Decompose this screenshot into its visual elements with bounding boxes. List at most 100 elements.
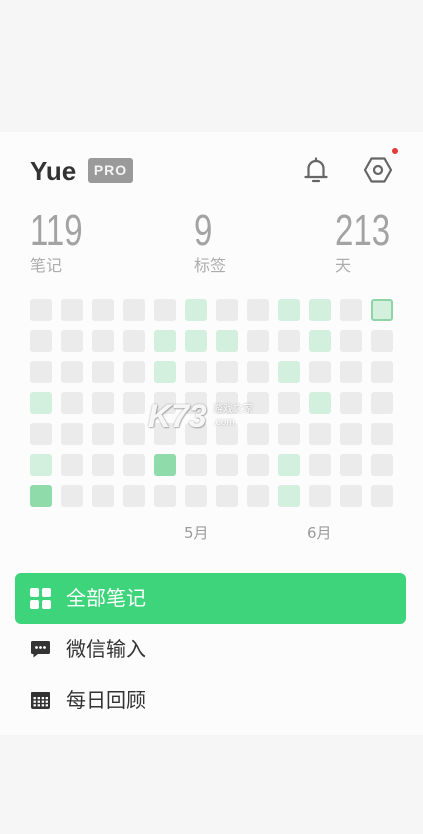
- heatmap-cell[interactable]: [340, 454, 362, 476]
- heatmap-cell[interactable]: [123, 330, 145, 352]
- stat-notes-value: 119: [30, 206, 83, 255]
- heatmap-cell[interactable]: [247, 485, 269, 507]
- heatmap-cell[interactable]: [30, 361, 52, 383]
- heatmap-cell[interactable]: [185, 454, 207, 476]
- heatmap-cell[interactable]: [278, 361, 300, 383]
- heatmap-cell[interactable]: [92, 299, 114, 321]
- heatmap-cell[interactable]: [92, 392, 114, 414]
- menu-item-all-notes[interactable]: 全部笔记: [15, 573, 406, 624]
- heatmap-cell[interactable]: [309, 423, 331, 445]
- heatmap-cell[interactable]: [154, 423, 176, 445]
- stat-days: 213 天: [335, 207, 408, 276]
- heatmap-grid: [30, 299, 393, 507]
- heatmap-cell[interactable]: [216, 299, 238, 321]
- heatmap-cell[interactable]: [278, 392, 300, 414]
- menu-item-label: 每日回顾: [66, 688, 146, 712]
- heatmap-cell[interactable]: [371, 392, 393, 414]
- heatmap-cell[interactable]: [371, 330, 393, 352]
- heatmap-cell[interactable]: [30, 299, 52, 321]
- heatmap-cell[interactable]: [278, 299, 300, 321]
- heatmap-cell[interactable]: [371, 454, 393, 476]
- hexagon-settings-icon[interactable]: [362, 154, 394, 186]
- stat-days-label: 天: [335, 256, 352, 275]
- heatmap-cell[interactable]: [340, 299, 362, 321]
- heatmap-cell[interactable]: [154, 454, 176, 476]
- heatmap-cell[interactable]: [154, 392, 176, 414]
- heatmap-cell[interactable]: [30, 392, 52, 414]
- heatmap-cell[interactable]: [185, 361, 207, 383]
- heatmap-cell[interactable]: [247, 423, 269, 445]
- heatmap-cell[interactable]: [216, 330, 238, 352]
- heatmap-cell[interactable]: [278, 485, 300, 507]
- heatmap-cell[interactable]: [154, 299, 176, 321]
- heatmap-cell[interactable]: [278, 454, 300, 476]
- heatmap-cell[interactable]: [123, 423, 145, 445]
- heatmap-cell[interactable]: [278, 423, 300, 445]
- heatmap-cell[interactable]: [185, 299, 207, 321]
- heatmap-cell[interactable]: [123, 485, 145, 507]
- heatmap-cell[interactable]: [30, 454, 52, 476]
- heatmap-cell[interactable]: [309, 392, 331, 414]
- heatmap-cell[interactable]: [92, 361, 114, 383]
- heatmap-cell[interactable]: [309, 361, 331, 383]
- heatmap-cell[interactable]: [216, 361, 238, 383]
- heatmap-cell[interactable]: [185, 423, 207, 445]
- heatmap-cell[interactable]: [185, 392, 207, 414]
- heatmap-cell[interactable]: [216, 454, 238, 476]
- heatmap-cell[interactable]: [309, 485, 331, 507]
- menu-item-wechat-input[interactable]: 微信输入: [15, 624, 406, 675]
- heatmap-cell[interactable]: [185, 485, 207, 507]
- stat-tags-value: 9: [194, 206, 213, 255]
- heatmap-cell[interactable]: [92, 423, 114, 445]
- heatmap-cell[interactable]: [123, 361, 145, 383]
- stat-days-value: 213: [335, 206, 391, 255]
- heatmap-cell[interactable]: [61, 485, 83, 507]
- heatmap-cell[interactable]: [340, 392, 362, 414]
- heatmap-cell[interactable]: [340, 485, 362, 507]
- heatmap-cell[interactable]: [61, 392, 83, 414]
- heatmap-cell[interactable]: [61, 330, 83, 352]
- heatmap-cell[interactable]: [247, 299, 269, 321]
- heatmap-cell[interactable]: [247, 454, 269, 476]
- heatmap-cell[interactable]: [123, 454, 145, 476]
- heatmap-cell[interactable]: [154, 330, 176, 352]
- heatmap-cell[interactable]: [30, 330, 52, 352]
- heatmap-cell[interactable]: [247, 392, 269, 414]
- heatmap-cell[interactable]: [278, 330, 300, 352]
- heatmap-cell[interactable]: [340, 361, 362, 383]
- heatmap-cell-today[interactable]: [371, 299, 393, 321]
- heatmap-cell[interactable]: [309, 330, 331, 352]
- heatmap-cell[interactable]: [216, 423, 238, 445]
- heatmap-cell[interactable]: [340, 330, 362, 352]
- heatmap-cell[interactable]: [247, 330, 269, 352]
- heatmap-cell[interactable]: [92, 454, 114, 476]
- username[interactable]: Yue: [30, 154, 76, 188]
- heatmap-cell[interactable]: [61, 361, 83, 383]
- menu-item-daily-review[interactable]: 每日回顾: [15, 675, 406, 726]
- heatmap-cell[interactable]: [340, 423, 362, 445]
- heatmap-cell[interactable]: [309, 454, 331, 476]
- heatmap-cell[interactable]: [216, 485, 238, 507]
- heatmap-cell[interactable]: [216, 392, 238, 414]
- heatmap-cell[interactable]: [92, 330, 114, 352]
- heatmap-cell[interactable]: [92, 485, 114, 507]
- heatmap-cell[interactable]: [371, 423, 393, 445]
- heatmap-cell[interactable]: [30, 485, 52, 507]
- heatmap-cell[interactable]: [247, 361, 269, 383]
- heatmap-cell[interactable]: [30, 423, 52, 445]
- stat-tags-label: 标签: [194, 256, 227, 275]
- menu-item-label: 全部笔记: [66, 586, 146, 610]
- heatmap-cell[interactable]: [371, 485, 393, 507]
- heatmap-cell[interactable]: [309, 299, 331, 321]
- heatmap-cell[interactable]: [185, 330, 207, 352]
- heatmap-cell[interactable]: [61, 423, 83, 445]
- heatmap-cell[interactable]: [154, 485, 176, 507]
- heatmap-cell[interactable]: [61, 299, 83, 321]
- heatmap-cell[interactable]: [61, 454, 83, 476]
- heatmap-cell[interactable]: [154, 361, 176, 383]
- bell-icon[interactable]: [301, 155, 331, 185]
- heatmap-cell[interactable]: [371, 361, 393, 383]
- heatmap-cell[interactable]: [123, 299, 145, 321]
- heatmap-cell[interactable]: [123, 392, 145, 414]
- grid-icon: [30, 588, 51, 609]
